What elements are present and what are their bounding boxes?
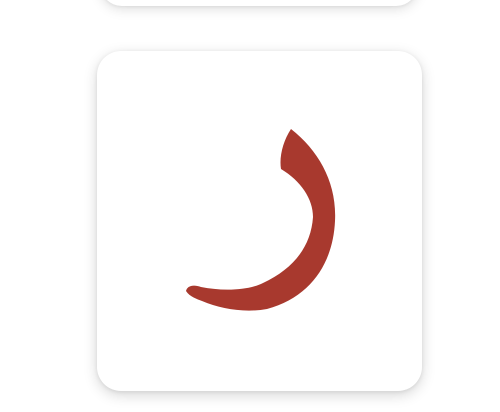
- ra-glyph-shape: [186, 129, 336, 311]
- letter-grid: [0, 0, 500, 412]
- letter-card[interactable]: [97, 51, 422, 391]
- arabic-letter-ra-icon: [186, 129, 336, 311]
- letter-card-previous[interactable]: [100, 0, 418, 6]
